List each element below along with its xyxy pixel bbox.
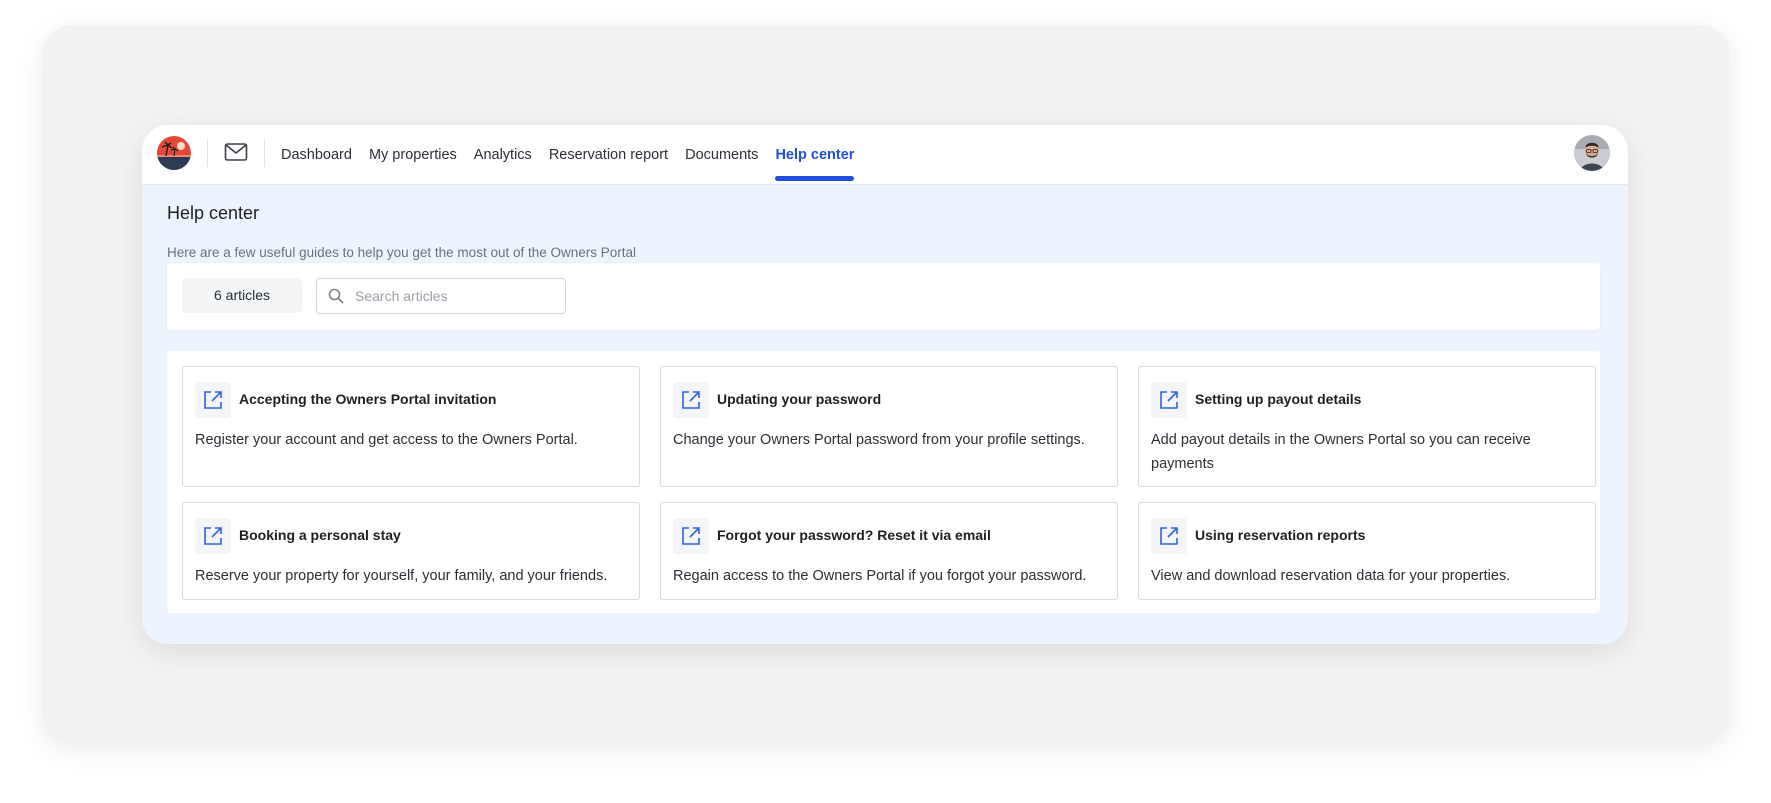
article-description: View and download reservation data for y… xyxy=(1151,568,1511,584)
article-description: Change your Owners Portal password from … xyxy=(673,432,1085,448)
external-link-icon xyxy=(673,382,709,418)
article-description: Register your account and get access to … xyxy=(195,432,578,448)
nav-documents[interactable]: Documents xyxy=(685,125,758,185)
article-card[interactable]: Accepting the Owners Portal invitation Re… xyxy=(182,366,640,487)
user-avatar[interactable] xyxy=(1574,135,1610,171)
nav-analytics[interactable]: Analytics xyxy=(474,125,532,185)
mail-icon[interactable] xyxy=(224,142,248,162)
article-title: Using reservation reports xyxy=(1195,527,1366,543)
article-description: Reserve your property for yourself, your… xyxy=(195,568,608,584)
page-subtitle: Here are a few useful guides to help you… xyxy=(167,245,637,260)
search-box[interactable] xyxy=(316,278,566,314)
external-link-icon xyxy=(1151,518,1187,554)
external-link-icon xyxy=(195,518,231,554)
external-link-icon xyxy=(195,382,231,418)
article-description: Add payout details in the Owners Portal … xyxy=(1151,432,1531,472)
article-title: Booking a personal stay xyxy=(239,527,401,543)
page-title: Help center xyxy=(167,203,260,223)
article-card[interactable]: Forgot your password? Reset it via email… xyxy=(660,502,1118,600)
search-icon xyxy=(328,288,344,304)
nav-my-properties[interactable]: My properties xyxy=(369,125,457,185)
article-card[interactable]: Updating your password Change your Owners… xyxy=(660,366,1118,487)
article-card[interactable]: Using reservation reports View and downlo… xyxy=(1138,502,1596,600)
nav-reservation-report[interactable]: Reservation report xyxy=(549,125,668,185)
articles-toolbar: 6 articles xyxy=(167,263,1600,330)
search-input[interactable] xyxy=(355,279,560,313)
divider xyxy=(264,139,265,167)
article-card[interactable]: Booking a personal stay Reserve your prop… xyxy=(182,502,640,600)
articles-grid: Accepting the Owners Portal invitation Re… xyxy=(167,351,1600,613)
app-window: Dashboard My properties Analytics Reservati… xyxy=(142,125,1628,644)
article-title: Updating your password xyxy=(717,391,882,407)
external-link-icon xyxy=(1151,382,1187,418)
article-description: Regain access to the Owners Portal if yo… xyxy=(673,568,1087,584)
external-link-icon xyxy=(673,518,709,554)
nav-help-center[interactable]: Help center xyxy=(775,125,854,185)
article-title: Accepting the Owners Portal invitation xyxy=(239,391,497,407)
main-nav: Dashboard My properties Analytics Reservati… xyxy=(281,125,854,185)
top-navigation-bar: Dashboard My properties Analytics Reservati… xyxy=(142,125,1628,185)
nav-dashboard[interactable]: Dashboard xyxy=(281,125,352,185)
article-card[interactable]: Setting up payout details Add payout deta… xyxy=(1138,366,1596,487)
article-count-badge: 6 articles xyxy=(182,278,302,313)
article-title: Forgot your password? Reset it via email xyxy=(717,527,991,543)
beach-logo-icon[interactable] xyxy=(157,136,191,170)
article-title: Setting up payout details xyxy=(1195,391,1362,407)
divider xyxy=(207,139,208,167)
